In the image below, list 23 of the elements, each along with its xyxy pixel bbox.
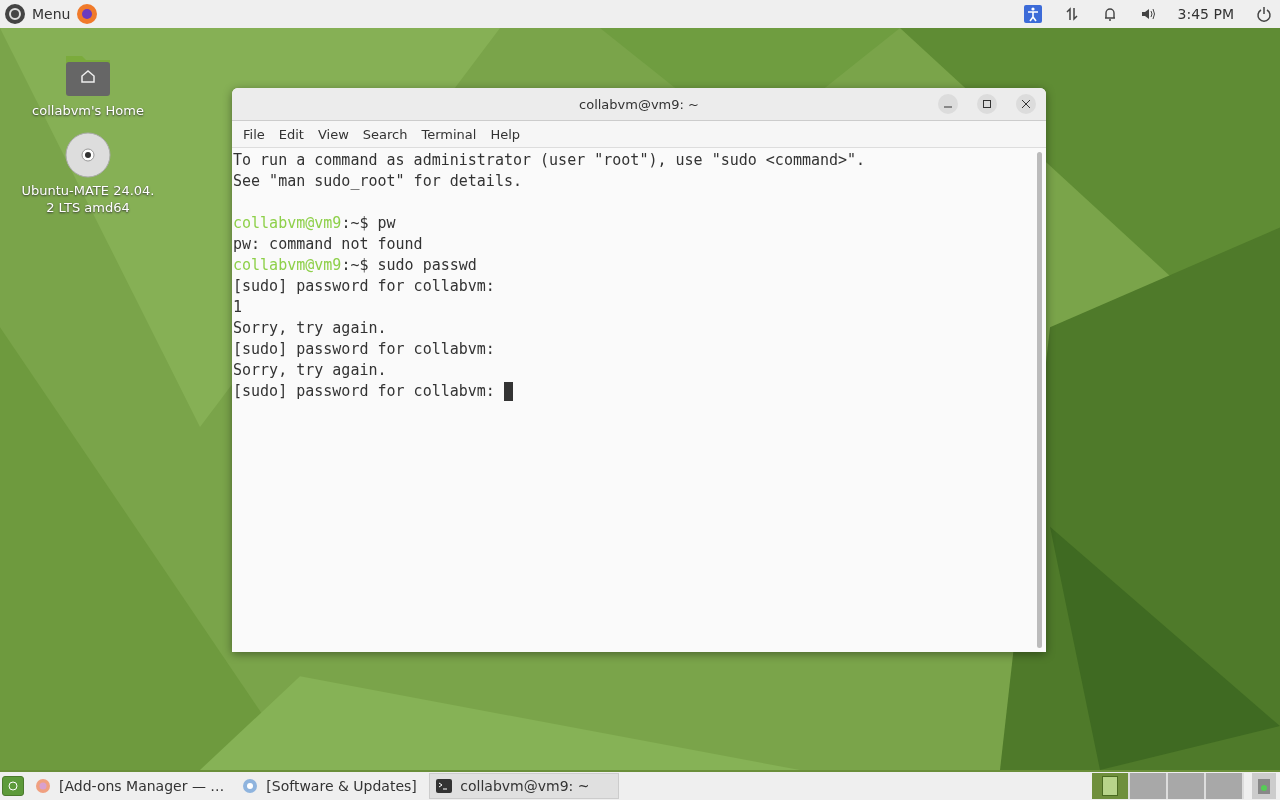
- terminal-output: To run a command as administrator (user "root"), use "sudo <command>".: [233, 151, 866, 169]
- menu-item[interactable]: Search: [355, 124, 415, 144]
- terminal-prompt-line: collabvm@vm9:~$ pw: [233, 214, 396, 232]
- taskbar-button[interactable]: [Add-ons Manager — …: [28, 773, 232, 799]
- terminal-output: pw: command not found: [233, 235, 423, 253]
- taskbar-button[interactable]: collabvm@vm9: ~: [429, 773, 620, 799]
- menu-item[interactable]: Help: [483, 124, 528, 144]
- menu-item[interactable]: View: [310, 124, 356, 144]
- clock[interactable]: 3:45 PM: [1177, 6, 1234, 22]
- terminal-output: Sorry, try again.: [233, 319, 387, 337]
- menu-label[interactable]: Menu: [32, 6, 71, 22]
- menu-item[interactable]: Edit: [271, 124, 311, 144]
- terminal-output: Sorry, try again.: [233, 361, 387, 379]
- terminal-output: [sudo] password for collabvm:: [233, 382, 496, 400]
- menu-item[interactable]: File: [236, 124, 272, 144]
- window-title: collabvm@vm9: ~: [579, 96, 699, 112]
- terminal-output: [sudo] password for collabvm:: [233, 340, 495, 358]
- taskbar-button[interactable]: [Software & Updates]: [235, 773, 426, 799]
- terminal-output: [sudo] password for collabvm:: [233, 277, 495, 295]
- menu-item[interactable]: Terminal: [414, 124, 484, 144]
- terminal-output: See "man sudo_root" for details.: [233, 172, 522, 190]
- terminal-prompt-line: collabvm@vm9:~$ sudo passwd: [233, 256, 477, 274]
- terminal-output: 1: [233, 298, 243, 316]
